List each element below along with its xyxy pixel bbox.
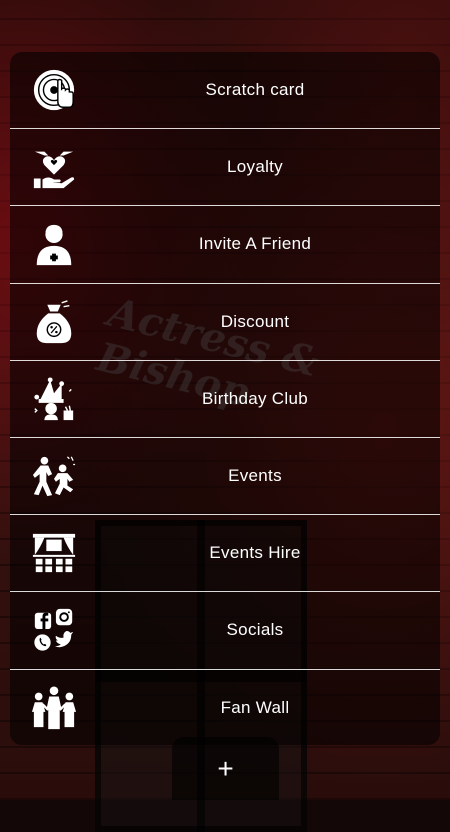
fan-wall-icon [30,684,78,732]
menu-item-events-hire[interactable]: Events Hire [10,515,440,593]
menu-item-fan-wall[interactable]: Fan Wall [10,670,440,746]
discount-icon [30,298,78,346]
menu-item-invite-friend[interactable]: Invite A Friend [10,206,440,284]
events-hire-icon [30,529,78,577]
add-button[interactable]: + [172,737,279,800]
menu-item-scratch-card[interactable]: Scratch card [10,52,440,130]
socials-icon [30,606,78,654]
menu-panel: Scratch card Loyalty Invite A Friend Dis… [10,52,440,745]
loyalty-icon [30,143,78,191]
menu-item-birthday-club[interactable]: Birthday Club [10,361,440,438]
menu-item-events[interactable]: Events [10,438,440,516]
birthday-club-icon [30,375,78,423]
scratch-card-icon [30,66,78,114]
menu-item-loyalty[interactable]: Loyalty [10,129,440,207]
invite-friend-icon [30,220,78,268]
menu-item-socials[interactable]: Socials [10,592,440,670]
menu-item-discount[interactable]: Discount [10,284,440,361]
events-icon [30,452,78,500]
